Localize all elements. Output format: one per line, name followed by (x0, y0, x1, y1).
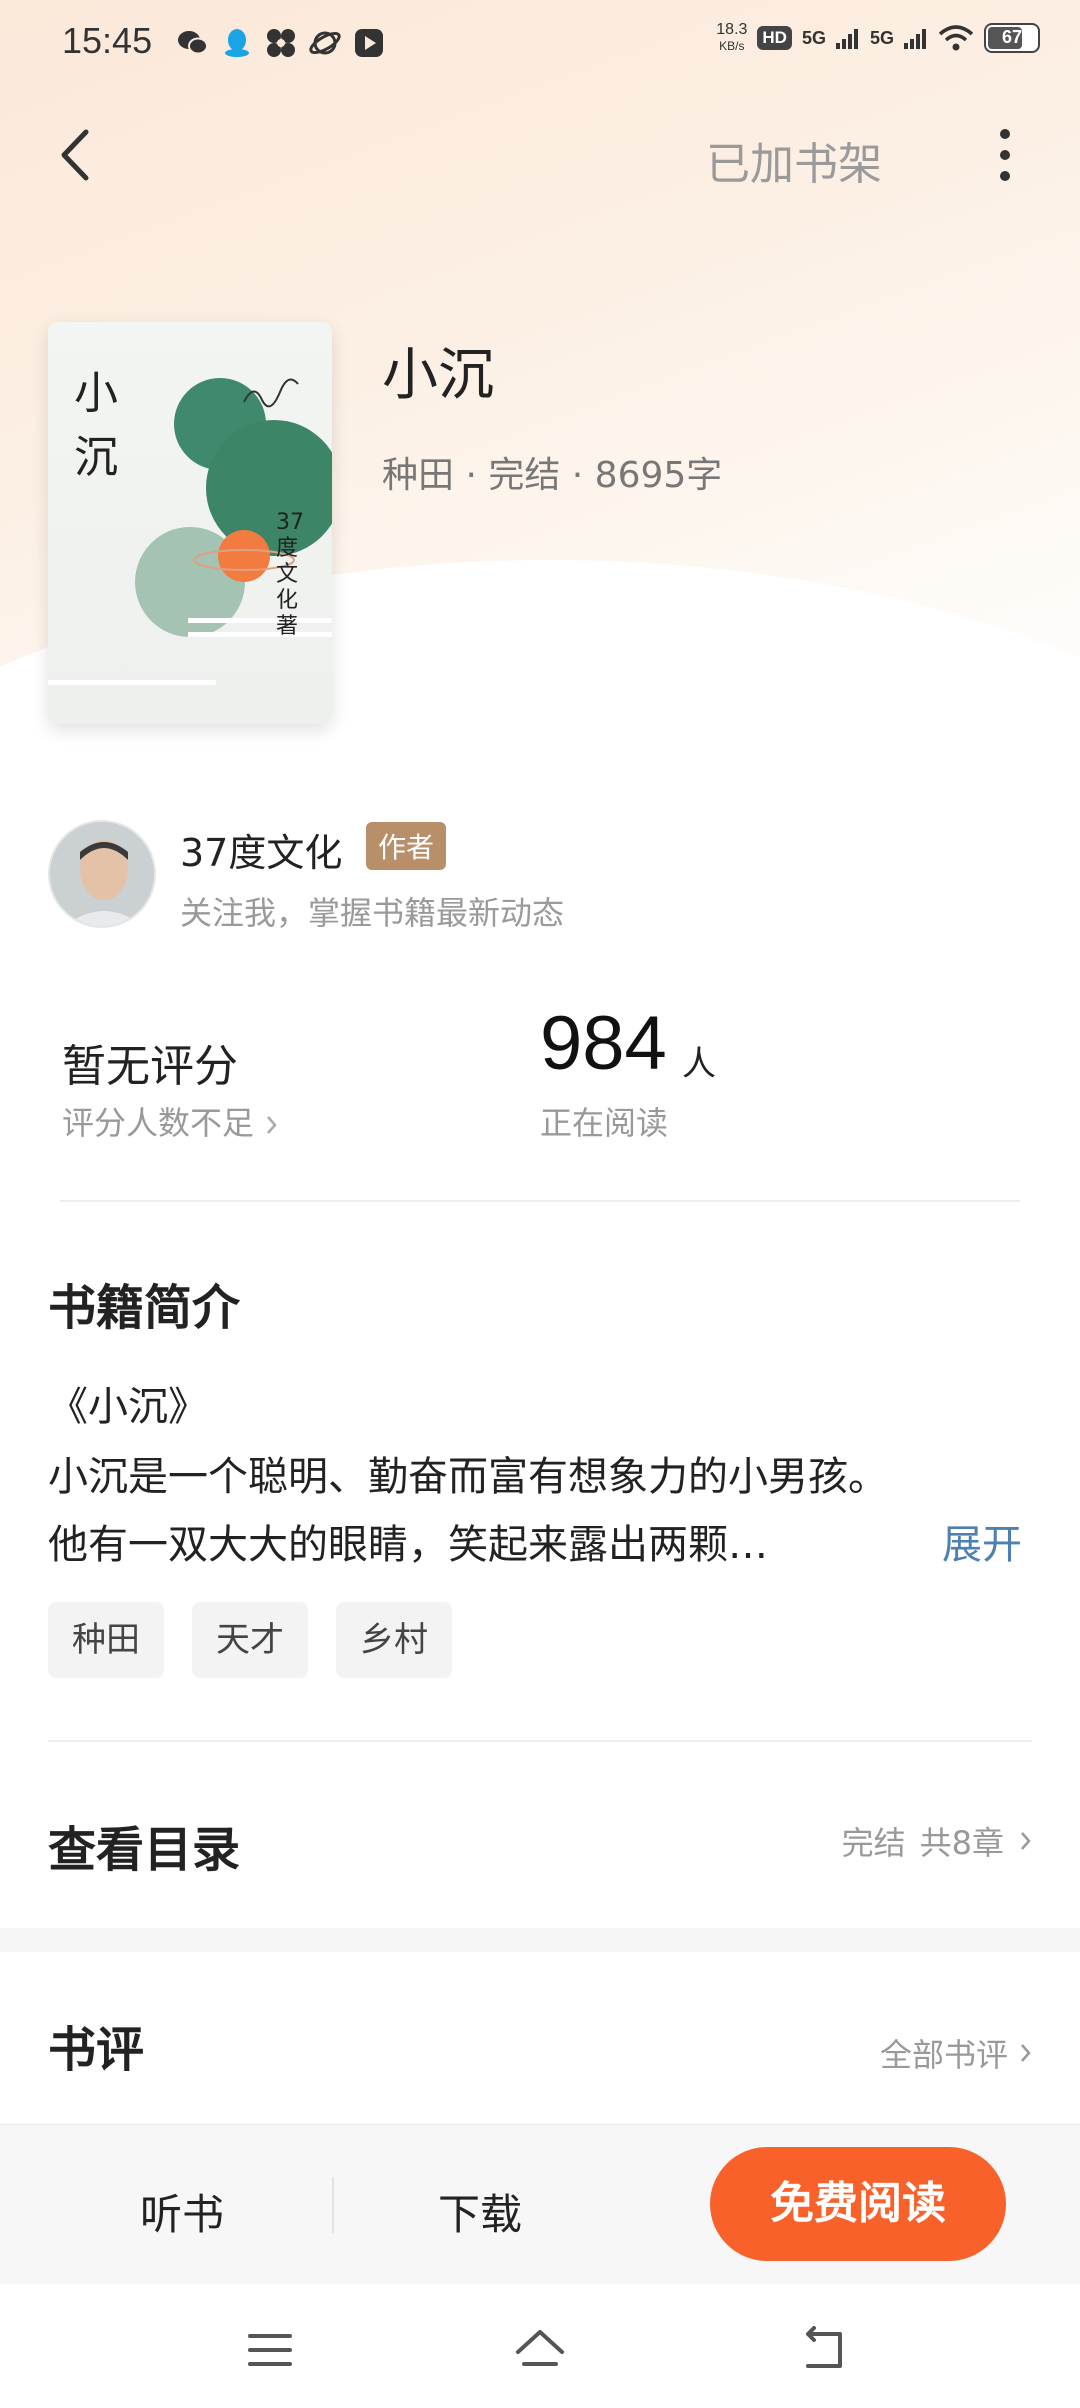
intro-line-2: 小沉是一个聪明、勤奋而富有想象力的小男孩。 (48, 1454, 888, 1500)
signal-2-label: 5G (869, 27, 894, 48)
chevron-right-icon (1021, 2044, 1031, 2062)
reading-unit: 人 (682, 1044, 716, 1084)
hd-badge: HD (757, 26, 792, 50)
cover-title: 小沉 (74, 368, 118, 483)
divider (60, 1200, 1020, 1202)
book-title: 小沉 (382, 343, 494, 408)
score-title: 暂无评分 (62, 1041, 238, 1092)
back-icon[interactable] (794, 2320, 854, 2380)
net-speed-value: 18.3 (716, 21, 748, 38)
added-to-shelf-button[interactable]: 已加书架 (706, 128, 882, 192)
divider (48, 1740, 1032, 1742)
all-reviews-link[interactable]: 全部书评 (880, 2030, 1034, 2076)
section-gap (0, 1928, 1080, 1952)
bottom-separator (332, 2177, 334, 2233)
book-meta: 种田 · 完结 · 8695字 (382, 455, 723, 496)
net-speed-unit: KB/s (719, 39, 745, 53)
reading-count: 984 (540, 1001, 667, 1086)
score-details-link[interactable]: 评分人数不足 (62, 1098, 280, 1144)
status-bar: 15:45 18.3 KB/s HD 5G 5G 67 (0, 0, 1080, 86)
author-follow-hint: 关注我，掌握书籍最新动态 (180, 894, 565, 932)
author-avatar[interactable] (48, 820, 156, 928)
toc-link[interactable]: 完结 共8章 (842, 1818, 1034, 1864)
battery-icon: 67 (984, 23, 1040, 53)
reviews-title: 书评 (48, 2022, 145, 2078)
home-icon[interactable] (510, 2320, 570, 2380)
signal-bars-2-icon (904, 29, 926, 49)
download-button[interactable]: 下载 (438, 2181, 522, 2242)
expand-intro-button[interactable]: 展开 (942, 1512, 1022, 1570)
planet-icon (309, 31, 341, 55)
more-options-icon[interactable] (990, 120, 1020, 190)
intro-section-title: 书籍简介 (48, 1280, 241, 1336)
cover-author: 37度文化 著 (276, 510, 304, 639)
tag-chip[interactable]: 乡村 (336, 1602, 452, 1678)
author-badge: 作者 (366, 822, 447, 870)
book-cover[interactable]: 小沉 37度文化 著 (48, 322, 332, 724)
tag-chip[interactable]: 天才 (192, 1602, 308, 1678)
pinwheel-icon (267, 29, 295, 57)
battery-level: 67 (1001, 27, 1023, 47)
toc-status: 完结 (841, 1824, 906, 1862)
status-time: 15:45 (62, 20, 153, 61)
tag-chip[interactable]: 种田 (48, 1602, 164, 1678)
toc-title[interactable]: 查看目录 (48, 1810, 240, 1880)
system-navigation-bar (0, 2284, 1080, 2408)
intro-line-3: 他有一双大大的眼睛，笑起来露出两颗… (48, 1522, 768, 1568)
all-reviews-label: 全部书评 (879, 2036, 1008, 2074)
net-speed: 18.3 KB/s (716, 22, 747, 54)
intro-line-1: 《小沉》 (48, 1384, 208, 1430)
toc-chapter-count: 共8章 (919, 1824, 1004, 1862)
bottom-action-bar: 听书 下载 免费阅读 (0, 2124, 1080, 2284)
menu-icon[interactable] (240, 2320, 300, 2380)
listen-button[interactable]: 听书 (140, 2181, 224, 2242)
status-right: 18.3 KB/s HD 5G 5G 67 (716, 22, 1040, 54)
score-sub-label: 评分人数不足 (62, 1104, 255, 1142)
wifi-icon (938, 25, 974, 51)
avatar-photo (50, 822, 154, 926)
play-app-icon (355, 29, 383, 57)
back-arrow-icon[interactable] (52, 120, 102, 190)
signal-1-label: 5G (801, 27, 826, 48)
reading-label: 正在阅读 (540, 1104, 669, 1142)
signal-bars-icon (835, 29, 858, 49)
free-read-button[interactable]: 免费阅读 (710, 2147, 1006, 2261)
chevron-right-icon (1021, 1832, 1031, 1850)
chevron-right-icon (267, 1116, 277, 1134)
author-name[interactable]: 37度文化 (180, 822, 342, 877)
qq-icon (225, 29, 249, 57)
wechat-icon (178, 31, 208, 55)
